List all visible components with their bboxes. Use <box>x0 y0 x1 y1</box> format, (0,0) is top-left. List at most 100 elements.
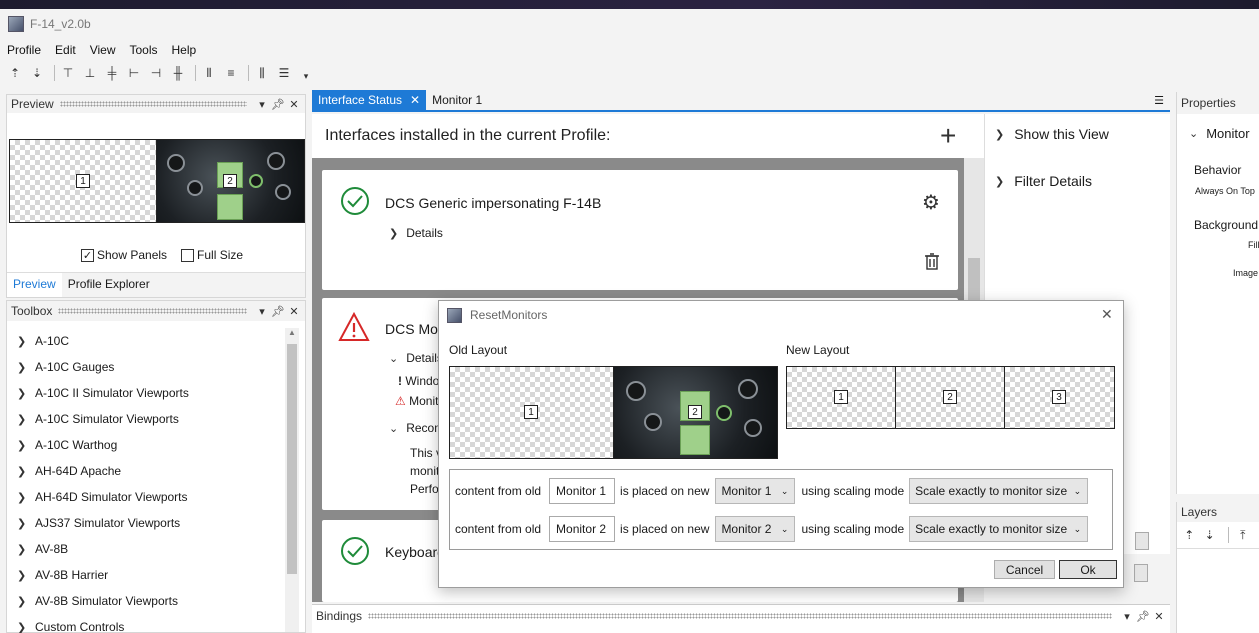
toolbox-item[interactable]: ❯ AJS37 Simulator Viewports <box>7 510 285 536</box>
panel-menu-icon[interactable]: ▾ <box>255 305 269 318</box>
chevron-right-icon[interactable]: ❯ <box>995 128 1004 141</box>
distribute-horizontal-icon[interactable]: ⫴ <box>200 64 218 82</box>
chevron-down-icon[interactable]: ⌄ <box>389 422 398 435</box>
chevron-right-icon[interactable]: ❯ <box>17 439 31 452</box>
toolbox-item[interactable]: ❯ A-10C <box>7 328 285 354</box>
align-top-icon[interactable]: ⊤ <box>59 64 77 82</box>
pin-icon[interactable]: 📌︎ <box>271 305 285 318</box>
toolbox-item[interactable]: ❯ AV-8B <box>7 536 285 562</box>
bindings-panel-title: Bindings <box>316 609 363 623</box>
align-middle-icon[interactable]: ╪ <box>103 64 121 82</box>
toolbox-item[interactable]: ❯ Custom Controls <box>7 614 285 633</box>
close-icon[interactable]: ✕ <box>410 93 420 107</box>
details-toggle[interactable]: ❯ Details <box>389 226 443 240</box>
distribute-vertical-icon[interactable]: ≡ <box>222 64 240 82</box>
gear-icon[interactable]: ⚙ <box>922 190 940 215</box>
toolbox-item[interactable]: ❯ A-10C Simulator Viewports <box>7 406 285 432</box>
chevron-right-icon[interactable]: ❯ <box>17 543 31 556</box>
toolbox-item[interactable]: ❯ A-10C Warthog <box>7 432 285 458</box>
toolbar-overflow-icon[interactable]: ▾ <box>297 67 315 85</box>
tab-list-icon[interactable]: ☰ <box>1154 90 1170 110</box>
target-monitor-select[interactable]: Monitor 1 ⌄ <box>715 478 796 504</box>
chevron-right-icon[interactable]: ❯ <box>17 621 31 633</box>
side-button[interactable] <box>1134 564 1148 582</box>
space-horizontal-icon[interactable]: ⫼ <box>253 64 271 82</box>
show-panels-checkbox[interactable]: ✓ <box>81 248 94 262</box>
tab-monitor-1[interactable]: Monitor 1 <box>426 90 488 110</box>
chevron-down-icon[interactable]: ⌄ <box>389 352 398 365</box>
show-panels-option[interactable]: ✓ Show Panels <box>81 248 167 262</box>
tab-profile-explorer[interactable]: Profile Explorer <box>62 273 156 297</box>
side-button[interactable] <box>1135 532 1149 550</box>
preview-monitor-2[interactable]: 2 <box>157 140 304 222</box>
align-left-icon[interactable]: ⊢ <box>125 64 143 82</box>
target-monitor-select[interactable]: Monitor 2 ⌄ <box>715 516 796 542</box>
bring-forward-icon[interactable]: ⇡ <box>1183 526 1195 544</box>
bring-forward-icon[interactable]: ⇡ <box>6 64 24 82</box>
details-toggle[interactable]: ⌄ Details <box>389 351 443 365</box>
scrollbar-thumb[interactable] <box>287 344 297 574</box>
tab-interface-status[interactable]: Interface Status ✕ <box>312 90 427 110</box>
chevron-right-icon[interactable]: ❯ <box>17 465 31 478</box>
menu-edit[interactable]: Edit <box>55 43 76 57</box>
chevron-right-icon[interactable]: ❯ <box>17 491 31 504</box>
scaling-mode-select[interactable]: Scale exactly to monitor size ⌄ <box>909 478 1089 504</box>
ok-button[interactable]: Ok <box>1059 560 1117 579</box>
chevron-right-icon[interactable]: ❯ <box>389 227 398 240</box>
toolbox-item[interactable]: ❯ A-10C Gauges <box>7 354 285 380</box>
source-monitor-field[interactable]: Monitor 1 <box>549 478 616 504</box>
panel-grip[interactable] <box>58 308 247 314</box>
toolbox-item[interactable]: ❯ AH-64D Simulator Viewports <box>7 484 285 510</box>
panel-menu-icon[interactable]: ▾ <box>255 98 269 111</box>
toolbox-item[interactable]: ❯ A-10C II Simulator Viewports <box>7 380 285 406</box>
cancel-button[interactable]: Cancel <box>994 560 1055 579</box>
recommendation-toggle[interactable]: ⌄ Recom <box>389 421 444 435</box>
chevron-right-icon[interactable]: ❯ <box>17 413 31 426</box>
menu-help[interactable]: Help <box>172 43 197 57</box>
chevron-right-icon[interactable]: ❯ <box>17 517 31 530</box>
add-icon[interactable]: + <box>940 120 956 152</box>
close-icon[interactable]: ✕ <box>287 98 301 111</box>
chevron-right-icon[interactable]: ❯ <box>995 175 1004 188</box>
chevron-right-icon[interactable]: ❯ <box>17 361 31 374</box>
filter-details-action[interactable]: ❯ Filter Details <box>995 173 1092 189</box>
toolbox-item[interactable]: ❯ AV-8B Harrier <box>7 562 285 588</box>
pin-icon[interactable]: 📌︎ <box>1136 610 1150 623</box>
space-vertical-icon[interactable]: ☰ <box>275 64 293 82</box>
chevron-right-icon[interactable]: ❯ <box>17 595 31 608</box>
toolbox-item[interactable]: ❯ AV-8B Simulator Viewports <box>7 588 285 614</box>
panel-grip[interactable] <box>59 101 247 107</box>
close-icon[interactable]: ✕ <box>287 305 301 318</box>
panel-grip[interactable] <box>368 613 1112 619</box>
bring-to-front-icon[interactable]: ⤒ <box>1237 526 1249 544</box>
chevron-right-icon[interactable]: ❯ <box>17 335 31 348</box>
chevron-right-icon[interactable]: ❯ <box>17 569 31 582</box>
preview-canvas: 1 2 <box>9 139 305 223</box>
close-icon[interactable]: ✕ <box>1101 306 1113 323</box>
chevron-down-icon[interactable]: ⌄ <box>1189 127 1198 140</box>
align-right-icon[interactable]: ⊣ <box>147 64 165 82</box>
pin-icon[interactable]: 📌︎ <box>271 98 285 111</box>
menu-profile[interactable]: Profile <box>7 43 41 57</box>
preview-monitor-1[interactable]: 1 <box>10 140 157 222</box>
source-monitor-field[interactable]: Monitor 2 <box>549 516 616 542</box>
full-size-checkbox[interactable] <box>181 248 195 262</box>
scaling-mode-select[interactable]: Scale exactly to monitor size ⌄ <box>909 516 1089 542</box>
send-backward-icon[interactable]: ⇣ <box>28 64 46 82</box>
menu-tools[interactable]: Tools <box>130 43 158 57</box>
show-this-view-action[interactable]: ❯ Show this View <box>995 126 1109 142</box>
full-size-option[interactable]: Full Size <box>181 248 243 262</box>
chevron-right-icon[interactable]: ❯ <box>17 387 31 400</box>
toolbox-scrollbar[interactable]: ▲ <box>285 328 299 632</box>
trash-icon[interactable] <box>924 252 940 270</box>
send-backward-icon[interactable]: ⇣ <box>1203 526 1215 544</box>
menu-view[interactable]: View <box>90 43 116 57</box>
close-icon[interactable]: ✕ <box>1152 610 1166 623</box>
scroll-up-icon[interactable]: ▲ <box>285 328 299 337</box>
panel-menu-icon[interactable]: ▾ <box>1120 610 1134 623</box>
toolbox-item[interactable]: ❯ AH-64D Apache <box>7 458 285 484</box>
tab-preview[interactable]: Preview <box>7 273 62 297</box>
monitor-section[interactable]: ⌄ Monitor <box>1189 126 1250 141</box>
align-bottom-icon[interactable]: ⊥ <box>81 64 99 82</box>
align-center-icon[interactable]: ╫ <box>169 64 187 82</box>
